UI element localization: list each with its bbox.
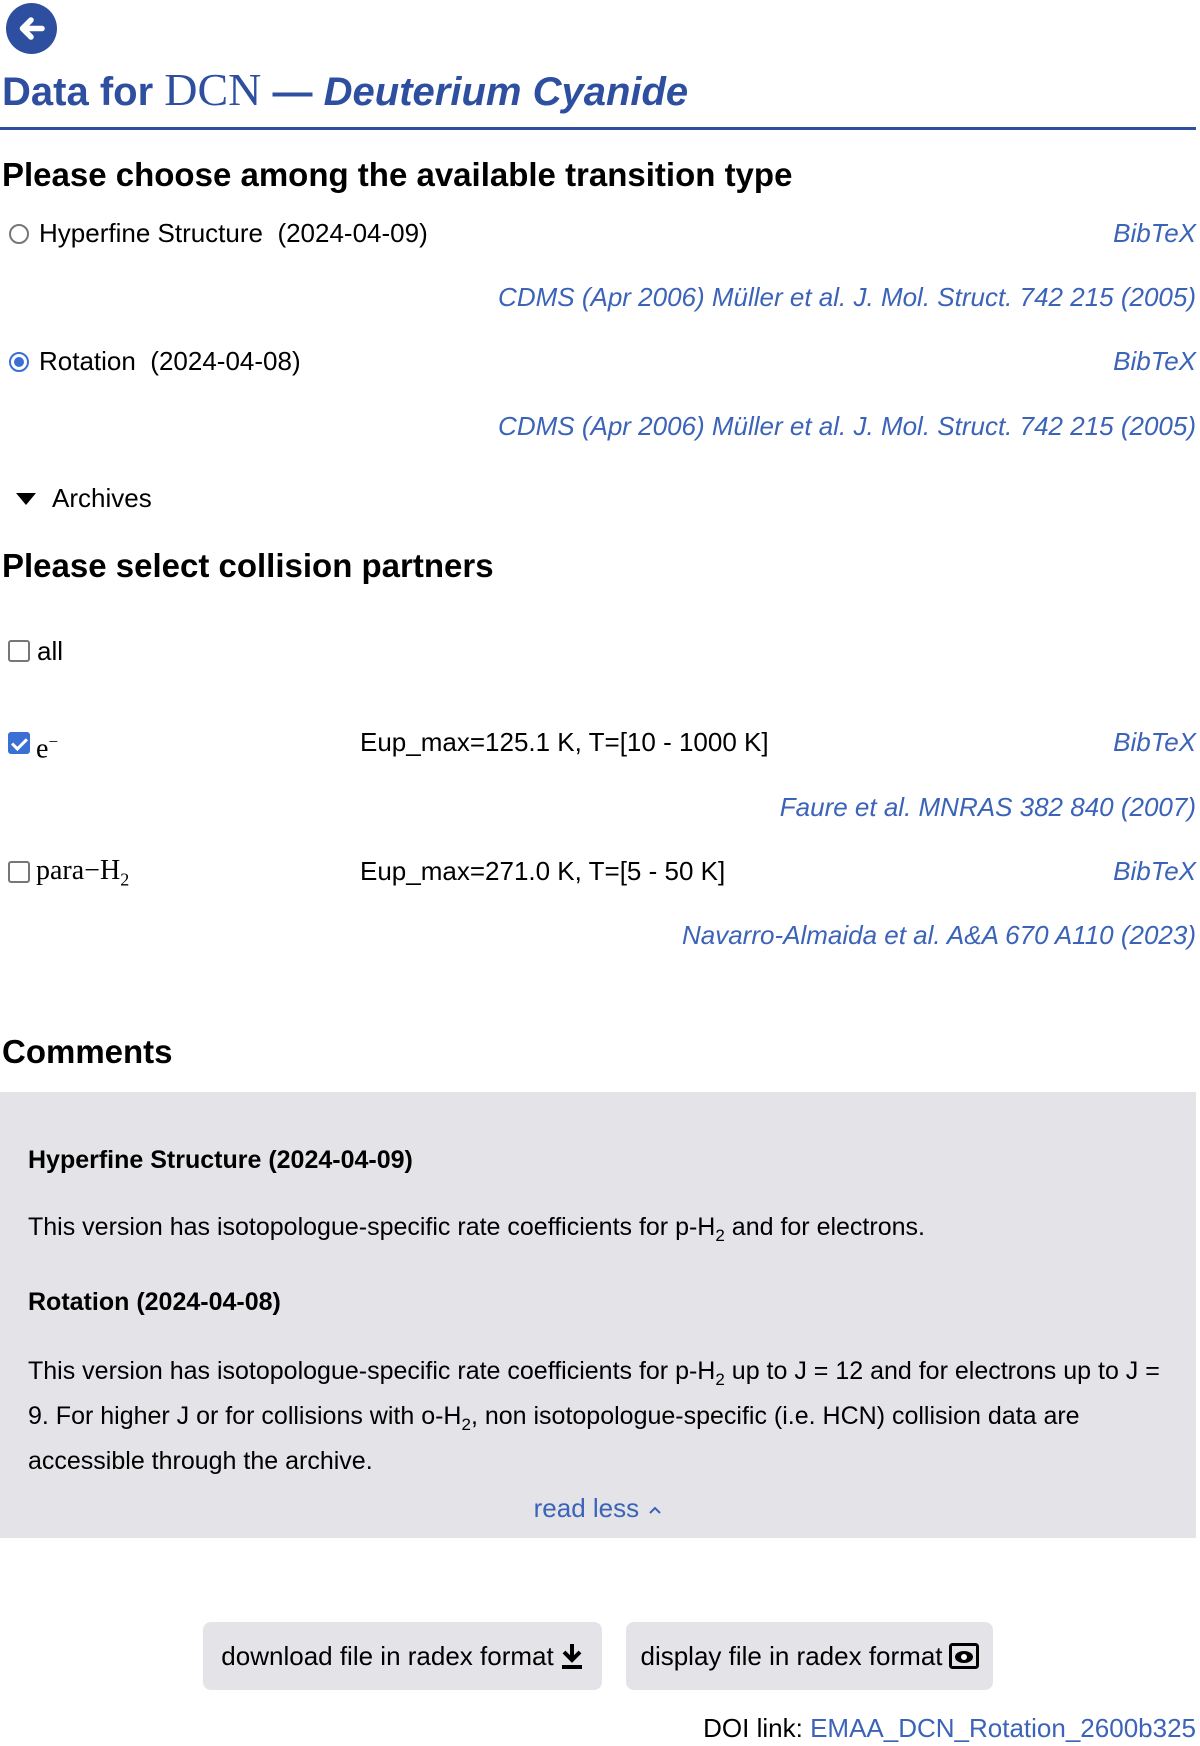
comment-text: This version has isotopologue-specific r…	[28, 1357, 1160, 1475]
partner-electron[interactable]: e−	[36, 724, 58, 767]
download-radex-button[interactable]: download file in radex format	[203, 1622, 602, 1690]
radio-rotation[interactable]	[9, 352, 29, 372]
transition-option-rotation[interactable]: Rotation (2024-04-08)	[39, 343, 301, 379]
bibtex-link[interactable]: BibTeX	[1113, 343, 1196, 379]
reference-link[interactable]: Faure et al. MNRAS 382 840 (2007)	[780, 789, 1196, 825]
comment-text: This version has isotopologue-specific r…	[28, 1213, 925, 1245]
reference-link[interactable]: CDMS (Apr 2006) Müller et al. J. Mol. St…	[498, 279, 1196, 315]
bibtex-link[interactable]: BibTeX	[1113, 724, 1196, 760]
reference-link[interactable]: CDMS (Apr 2006) Müller et al. J. Mol. St…	[498, 408, 1196, 444]
checkbox-all[interactable]	[8, 640, 30, 662]
transition-heading: Please choose among the available transi…	[2, 156, 793, 193]
comment-title: Hyperfine Structure (2024-04-09)	[28, 1146, 413, 1174]
reference-link[interactable]: Navarro-Almaida et al. A&A 670 A110 (202…	[682, 917, 1196, 953]
doi-line: DOI link: EMAA_DCN_Rotation_2600b325	[703, 1710, 1196, 1746]
comments-panel: Hyperfine Structure (2024-04-09) This ve…	[0, 1092, 1196, 1538]
title-divider	[0, 127, 1196, 130]
partner-electron-info: Eup_max=125.1 K, T=[10 - 1000 K]	[360, 727, 769, 757]
comments-heading: Comments	[2, 1033, 173, 1070]
molecule-formula: DCN	[164, 64, 262, 115]
checkbox-para-h2[interactable]	[8, 861, 30, 883]
collision-heading: Please select collision partners	[2, 547, 494, 584]
archives-label: Archives	[52, 483, 152, 513]
back-button[interactable]	[6, 3, 57, 54]
bibtex-link[interactable]: BibTeX	[1113, 853, 1196, 889]
bibtex-link[interactable]: BibTeX	[1113, 215, 1196, 251]
all-label[interactable]: all	[37, 633, 63, 669]
doi-label: DOI link:	[703, 1713, 803, 1743]
radio-hyperfine[interactable]	[9, 224, 29, 244]
comment-title: Rotation (2024-04-08)	[28, 1288, 281, 1316]
caret-down-icon	[16, 493, 36, 505]
molecule-name: Deuterium Cyanide	[323, 70, 689, 114]
title-prefix: Data for	[2, 70, 154, 114]
title-dash: —	[272, 70, 313, 114]
transition-option-hyperfine[interactable]: Hyperfine Structure (2024-04-09)	[39, 215, 428, 251]
eye-icon	[948, 1643, 979, 1669]
partner-para-h2[interactable]: para−H2	[36, 853, 129, 898]
read-less-link[interactable]: read less	[0, 1490, 1196, 1526]
partner-para-h2-info: Eup_max=271.0 K, T=[5 - 50 K]	[360, 856, 726, 886]
checkbox-electron[interactable]	[8, 732, 30, 754]
doi-link[interactable]: EMAA_DCN_Rotation_2600b325	[810, 1713, 1196, 1743]
page-title: Data for DCN — Deuterium Cyanide	[2, 60, 688, 120]
chevron-up-icon	[649, 1506, 662, 1514]
display-radex-button[interactable]: display file in radex format	[626, 1622, 993, 1690]
arrow-left-icon	[19, 17, 45, 40]
download-icon	[561, 1644, 582, 1669]
